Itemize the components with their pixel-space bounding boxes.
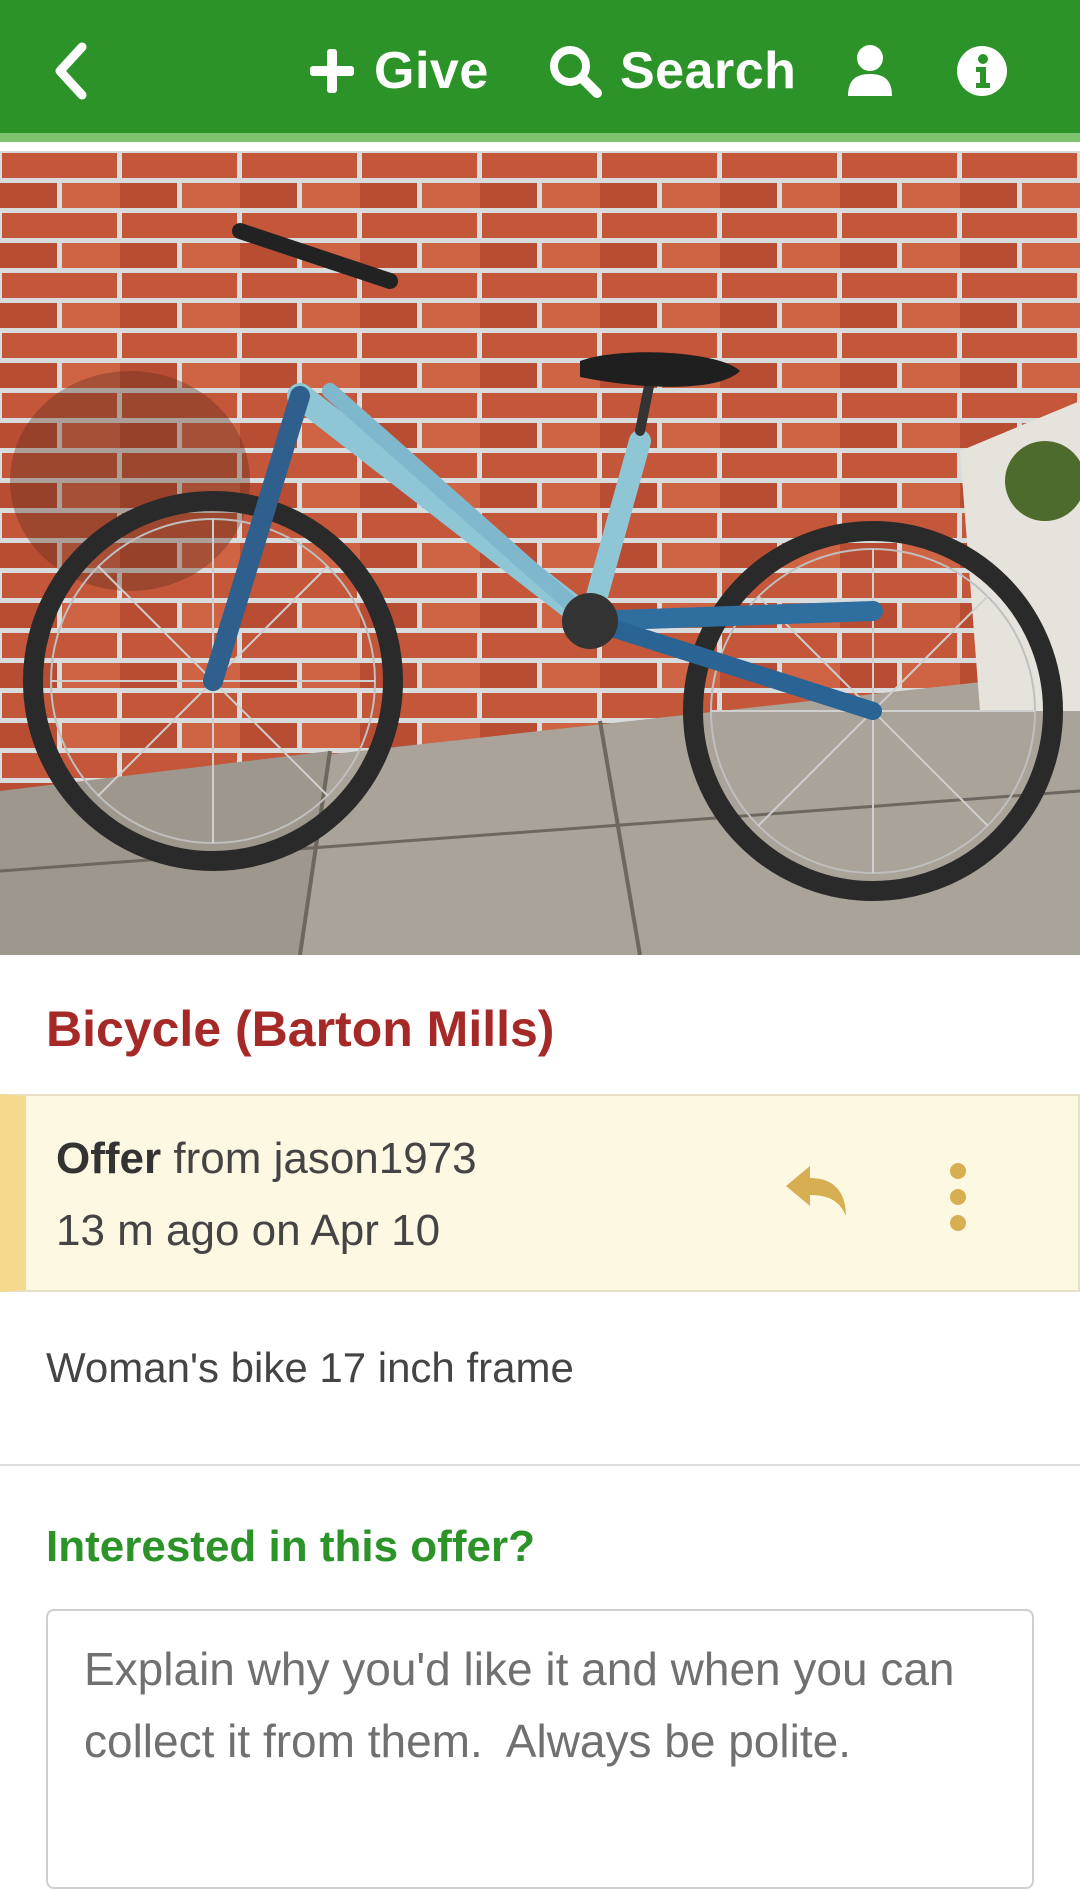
give-label: Give bbox=[374, 42, 489, 100]
search-label: Search bbox=[620, 42, 797, 100]
reply-heading: Interested in this offer? bbox=[46, 1522, 535, 1571]
reply-message-input[interactable] bbox=[46, 1609, 1034, 1889]
info-icon bbox=[957, 46, 1007, 96]
search-button[interactable]: Search bbox=[548, 0, 796, 142]
plus-icon bbox=[310, 49, 354, 93]
post-title: Bicycle (Barton Mills) bbox=[46, 1001, 555, 1057]
back-button[interactable] bbox=[50, 0, 110, 142]
item-photo[interactable] bbox=[0, 151, 1080, 955]
give-button[interactable]: Give bbox=[308, 0, 489, 142]
reply-button[interactable] bbox=[782, 1158, 852, 1228]
post-description: Woman's bike 17 inch frame bbox=[46, 1344, 574, 1391]
offer-info-box: Offer from jason1973 13 m ago on Apr 10 bbox=[0, 1094, 1080, 1292]
more-options-button[interactable] bbox=[938, 1162, 978, 1232]
divider bbox=[0, 1464, 1080, 1466]
account-button[interactable] bbox=[846, 0, 906, 142]
info-button[interactable] bbox=[956, 0, 1016, 142]
reply-icon bbox=[786, 1166, 846, 1216]
more-vertical-icon bbox=[950, 1163, 966, 1231]
offer-author-line: Offer from jason1973 bbox=[56, 1134, 477, 1184]
search-icon bbox=[550, 46, 602, 98]
offer-from[interactable]: from jason1973 bbox=[173, 1134, 476, 1183]
post-type-label: Offer bbox=[56, 1134, 162, 1183]
chevron-left-icon bbox=[55, 42, 87, 100]
bicycle-photo bbox=[0, 151, 1080, 955]
offer-time: 13 m ago on Apr 10 bbox=[56, 1206, 441, 1255]
user-icon bbox=[848, 45, 892, 96]
top-bar: Give Search bbox=[0, 0, 1080, 142]
